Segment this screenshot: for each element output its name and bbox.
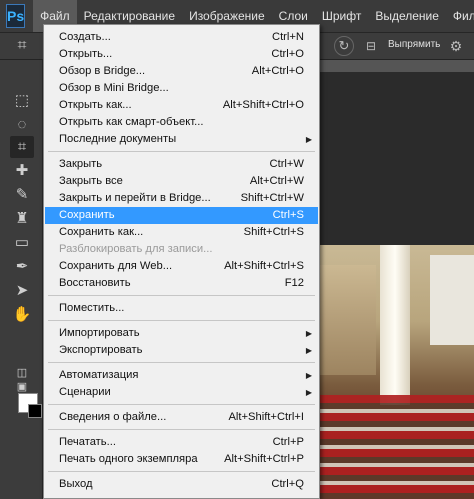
stamp-tool-icon[interactable]: ♜ <box>10 208 34 230</box>
menu-item-automate[interactable]: Автоматизация ▶ <box>45 367 318 384</box>
menu-separator <box>48 320 315 321</box>
menu-item-open[interactable]: Открыть... Ctrl+O <box>45 46 318 63</box>
menu-item-revert[interactable]: Восстановить F12 <box>45 275 318 292</box>
menu-separator <box>48 151 315 152</box>
brush-tool-icon[interactable]: ✎ <box>10 184 34 206</box>
document-image[interactable] <box>318 245 474 499</box>
menu-item-close-all[interactable]: Закрыть все Alt+Ctrl+W <box>45 173 318 190</box>
pen-tool-icon[interactable]: ✒ <box>10 256 34 278</box>
submenu-arrow-icon: ▶ <box>305 371 312 380</box>
menu-item-save-for-web[interactable]: Сохранить для Web... Alt+Shift+Ctrl+S <box>45 258 318 275</box>
menu-item-browse-bridge[interactable]: Обзор в Bridge... Alt+Ctrl+O <box>45 63 318 80</box>
menu-item-export[interactable]: Экспортировать ▶ <box>45 342 318 359</box>
move-select-tool-icon[interactable]: ➤ <box>10 280 34 302</box>
menu-item-close-go-bridge[interactable]: Закрыть и перейти в Bridge... Shift+Ctrl+… <box>45 190 318 207</box>
menu-item-file-info[interactable]: Сведения о файле... Alt+Shift+Ctrl+I <box>45 409 318 426</box>
background-color-swatch[interactable] <box>28 404 42 418</box>
menu-filter[interactable]: Фильтр <box>446 0 474 32</box>
gear-icon[interactable]: ⚙ <box>446 36 466 56</box>
document-tab[interactable] <box>320 60 474 72</box>
menu-separator <box>48 295 315 296</box>
menu-item-print[interactable]: Печатать... Ctrl+P <box>45 434 318 451</box>
menu-item-open-as[interactable]: Открыть как... Alt+Shift+Ctrl+O <box>45 97 318 114</box>
menu-item-print-one-copy[interactable]: Печать одного экземпляра Alt+Shift+Ctrl+P <box>45 451 318 468</box>
reset-icon[interactable]: ↻ <box>334 36 354 56</box>
menu-separator <box>48 471 315 472</box>
menu-separator <box>48 362 315 363</box>
submenu-arrow-icon: ▶ <box>305 329 312 338</box>
menu-item-browse-mini-bridge[interactable]: Обзор в Mini Bridge... <box>45 80 318 97</box>
crop-preset-icon[interactable]: ⌗ <box>12 36 32 56</box>
menu-item-scripts[interactable]: Сценарии ▶ <box>45 384 318 401</box>
lasso-tool-icon[interactable]: ◌ <box>10 114 34 136</box>
menu-item-save[interactable]: Сохранить Ctrl+S <box>45 207 318 224</box>
menu-item-new[interactable]: Создать... Ctrl+N <box>45 29 318 46</box>
screen-mode-icon[interactable]: ▣ <box>10 376 34 398</box>
menu-type[interactable]: Шрифт <box>315 0 368 32</box>
marquee-tool-icon[interactable]: ⬚ <box>10 90 34 112</box>
healing-tool-icon[interactable]: ✚ <box>10 160 34 182</box>
menu-item-close[interactable]: Закрыть Ctrl+W <box>45 156 318 173</box>
photoshop-logo: Ps <box>6 4 26 28</box>
menu-item-recent-documents[interactable]: Последние документы ▶ <box>45 131 318 148</box>
hand-tool-icon[interactable]: ✋ <box>10 304 34 326</box>
crop-tool-icon[interactable]: ⌗ <box>10 136 34 158</box>
menu-item-unlock-for-write: Разблокировать для записи... <box>59 243 213 255</box>
submenu-arrow-icon: ▶ <box>305 388 312 397</box>
menu-separator <box>48 404 315 405</box>
submenu-arrow-icon: ▶ <box>305 135 312 144</box>
submenu-arrow-icon: ▶ <box>305 346 312 355</box>
menu-item-exit[interactable]: Выход Ctrl+Q <box>45 476 318 493</box>
menu-item-save-as[interactable]: Сохранить как... Shift+Ctrl+S <box>45 224 318 241</box>
straighten-icon[interactable]: ⊟ <box>362 37 380 55</box>
menu-item-open-smart-object[interactable]: Открыть как смарт-объект... <box>45 114 318 131</box>
tools-panel: ⬚ ◌ ⌗ ✚ ✎ ♜ ▭ ✒ ➤ ✋ ◫ ▣ <box>0 60 43 499</box>
menu-item-place[interactable]: Поместить... <box>45 300 318 317</box>
eraser-tool-icon[interactable]: ▭ <box>10 232 34 254</box>
menu-item-import[interactable]: Импортировать ▶ <box>45 325 318 342</box>
straighten-button[interactable]: Выпрямить <box>388 39 440 50</box>
menu-separator <box>48 429 315 430</box>
file-menu-dropdown: Создать... Ctrl+N Открыть... Ctrl+O Обзор … <box>43 24 320 499</box>
menu-select[interactable]: Выделение <box>368 0 446 32</box>
